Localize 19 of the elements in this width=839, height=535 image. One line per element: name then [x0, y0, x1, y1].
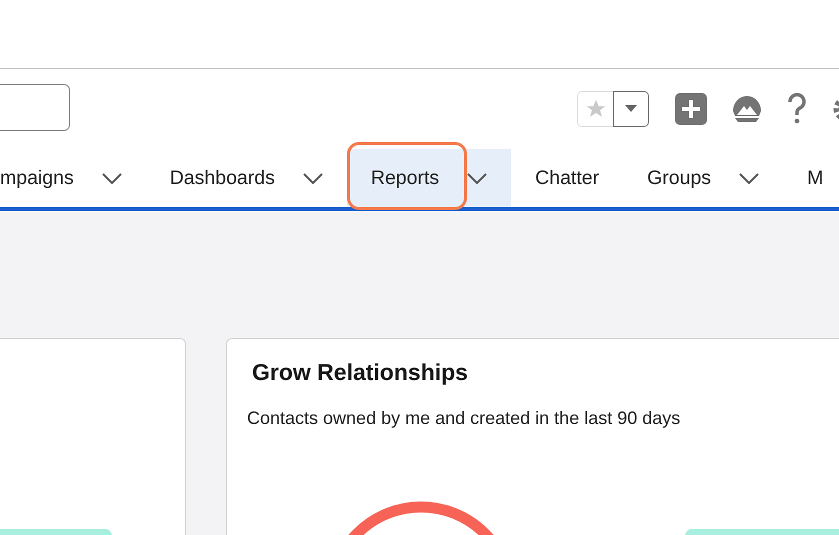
mountain-icon[interactable]: [731, 94, 763, 124]
card-title: Grow Relationships: [252, 359, 469, 386]
caret-icon: [625, 105, 637, 113]
chevron-down-icon[interactable]: [739, 172, 760, 184]
search-field[interactable]: [0, 84, 70, 131]
nav-tab[interactable]: mpaigns: [0, 149, 146, 207]
nav-tab[interactable]: Groups: [623, 149, 784, 207]
nav-tab[interactable]: Reports: [346, 149, 512, 207]
help-icon[interactable]: [787, 93, 807, 125]
nav-tab[interactable]: Dashboards: [146, 149, 347, 207]
chevron-down-icon[interactable]: [302, 172, 323, 184]
card-subtitle: Contacts owned by me and created in the last 90 days: [247, 408, 682, 429]
favorite-star-button[interactable]: [577, 91, 613, 127]
add-icon[interactable]: [675, 93, 707, 125]
favorites-dropdown-button[interactable]: [613, 91, 649, 127]
nav-tab[interactable]: M: [783, 149, 839, 207]
chevron-down-icon[interactable]: [467, 172, 488, 184]
nav-tab[interactable]: Chatter: [511, 149, 624, 207]
chevron-down-icon[interactable]: [102, 172, 122, 184]
